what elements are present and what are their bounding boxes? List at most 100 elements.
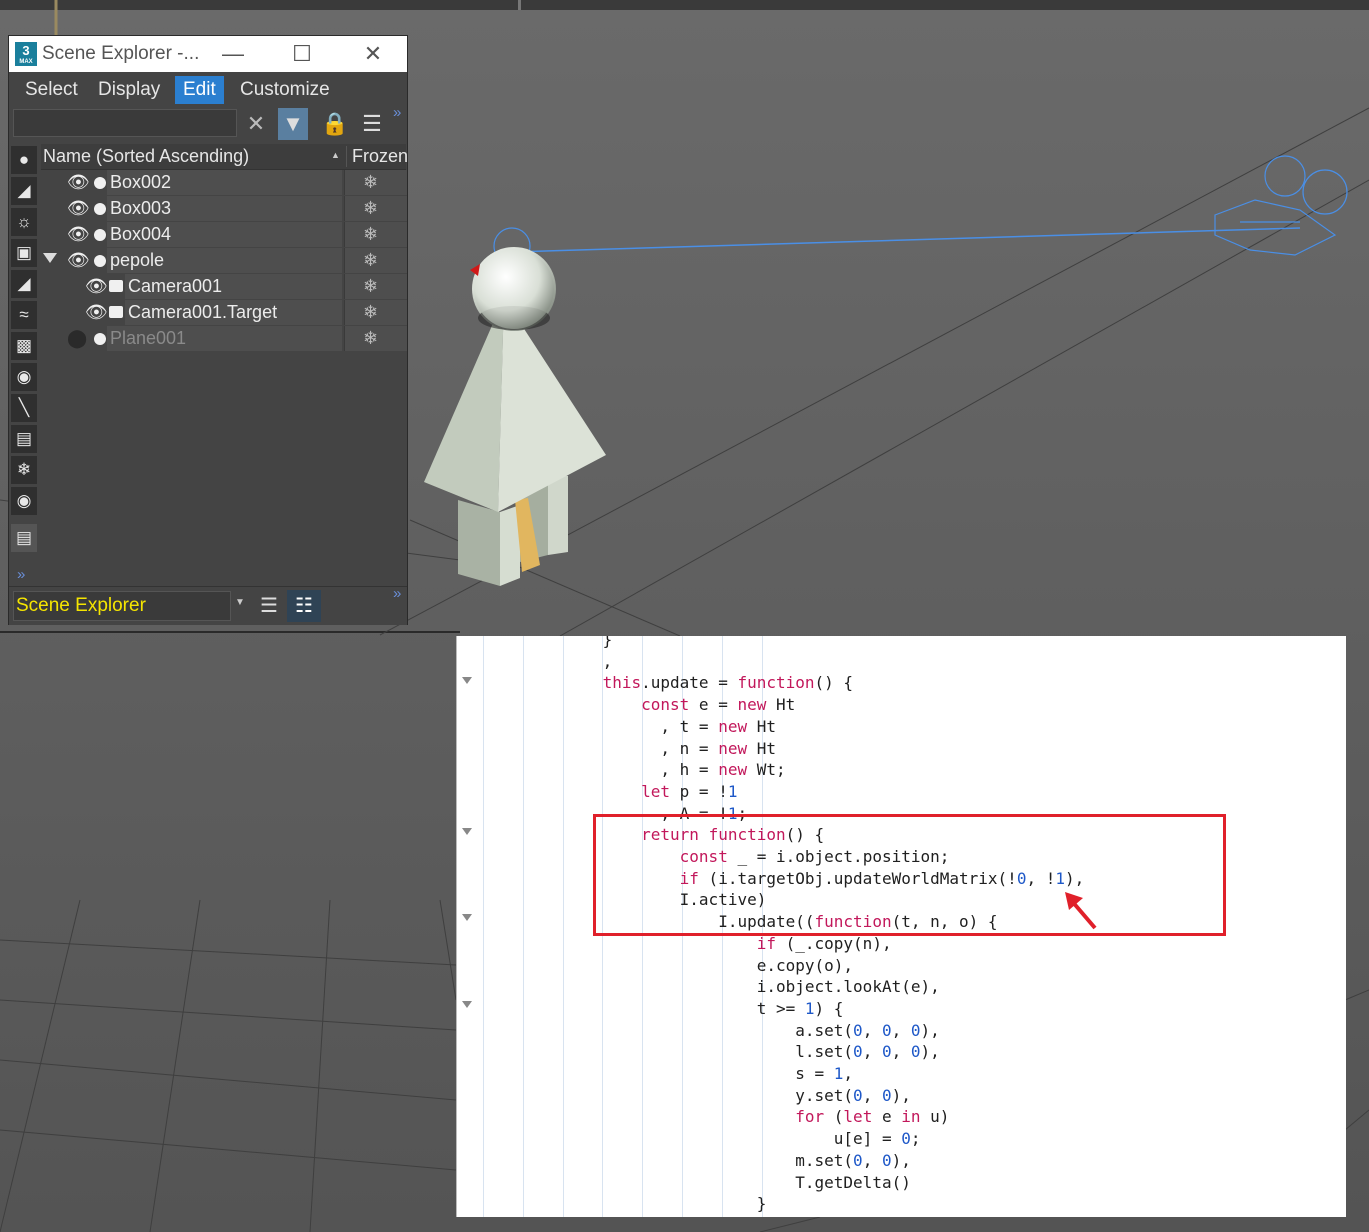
visibility-eye-icon[interactable]: 👁 <box>67 224 90 245</box>
leftbar-overflow-icon[interactable]: » <box>17 566 25 583</box>
tree-row[interactable]: 👁 Box002 ❄ <box>41 170 407 195</box>
code-line: t >= 1) { <box>487 998 844 1018</box>
camera-icon <box>109 280 123 292</box>
sphere-icon <box>94 177 106 189</box>
explorer-select[interactable]: Scene Explorer <box>13 591 231 621</box>
toolbar-overflow-icon[interactable]: » <box>393 104 401 121</box>
code-line: } <box>487 636 613 649</box>
expand-chevron-icon[interactable] <box>43 253 57 263</box>
sphere-icon <box>94 333 106 345</box>
freeze-icon[interactable]: ❄ <box>363 172 378 193</box>
filter-icon[interactable]: ▼ <box>278 108 308 140</box>
freeze-icon[interactable]: ❄ <box>363 250 378 271</box>
freeze-icon[interactable]: ❄ <box>363 328 378 349</box>
column-header: Name (Sorted Ascending) ▲ Frozen <box>41 144 408 170</box>
code-line: u[e] = 0; <box>487 1129 921 1149</box>
fold-arrow-icon[interactable] <box>462 914 472 921</box>
spacewarps-icon[interactable]: ≈ <box>11 301 37 329</box>
fold-arrow-icon[interactable] <box>462 828 472 835</box>
geometry-icon[interactable]: ● <box>11 146 37 174</box>
hierarchy-mode-icon[interactable]: ☷ <box>287 590 321 622</box>
visibility-eye-icon[interactable]: 👁 <box>67 250 90 271</box>
hidden-icon[interactable]: ◉ <box>11 487 37 515</box>
menu-customize[interactable]: Customize <box>232 76 338 104</box>
scene-explorer-window[interactable]: 3 MAX Scene Explorer -... — ☐ ✕ Select D… <box>8 35 408 625</box>
code-line: T.getDelta() <box>487 1172 911 1192</box>
column-frozen[interactable]: Frozen <box>346 146 408 167</box>
tree-row[interactable]: 👁 Box003 ❄ <box>41 196 407 221</box>
tree-item-label: Camera001.Target <box>128 302 278 322</box>
code-editor[interactable]: } , this.update = function() { const e =… <box>456 636 1346 1217</box>
layers-icon[interactable]: ☰ <box>255 592 283 620</box>
tree-item-label: Box004 <box>110 224 172 244</box>
visibility-eye-icon[interactable]: 👁 <box>67 198 90 219</box>
frozen-icon[interactable]: ❄ <box>11 456 37 484</box>
lock-icon[interactable]: 🔒 <box>320 108 350 140</box>
code-line: , n = new Ht <box>487 738 776 758</box>
scene-tree: Name (Sorted Ascending) ▲ Frozen 👁 Box00… <box>41 144 408 584</box>
tree-item-label: Box003 <box>110 198 172 218</box>
tree-item-label: pepole <box>110 250 165 270</box>
code-line: y.set(0, 0), <box>487 1085 911 1105</box>
tree-row[interactable]: ⬤ Plane001 ❄ <box>41 326 407 351</box>
code-line: e.copy(o), <box>487 955 854 975</box>
visibility-eye-icon[interactable]: 👁 <box>85 276 108 297</box>
tree-row[interactable]: 👁 Camera001 ❄ <box>41 274 407 299</box>
code-line: } <box>487 1194 767 1214</box>
tree-item-label: Plane001 <box>110 328 187 348</box>
sphere-icon <box>94 255 106 267</box>
tree-row[interactable]: 👁 Camera001.Target ❄ <box>41 300 407 325</box>
code-line: i.object.lookAt(e), <box>487 977 940 997</box>
search-input[interactable] <box>13 109 237 137</box>
sort-ascending-icon: ▲ <box>331 150 340 160</box>
shapes-icon[interactable]: ◢ <box>11 177 37 205</box>
lights-icon[interactable]: ☼ <box>11 208 37 236</box>
menu-edit[interactable]: Edit <box>175 76 224 104</box>
tree-item-label: Box002 <box>110 172 172 192</box>
indent-guide <box>483 636 484 1217</box>
sphere-icon <box>94 229 106 241</box>
freeze-icon[interactable]: ❄ <box>363 198 378 219</box>
containers-icon[interactable]: ▤ <box>11 425 37 453</box>
fold-arrow-icon[interactable] <box>462 1001 472 1008</box>
menu-select[interactable]: Select <box>17 76 86 104</box>
code-line: s = 1, <box>487 1064 854 1083</box>
visibility-eye-icon[interactable]: 👁 <box>67 172 90 193</box>
code-line: ; <box>487 1216 767 1217</box>
tree-item-label: Camera001 <box>128 276 223 296</box>
xrefs-icon[interactable]: ◉ <box>11 363 37 391</box>
display-all-icon[interactable]: ▤ <box>11 524 37 552</box>
clear-search-icon[interactable]: ✕ <box>241 108 271 140</box>
hierarchy-toggle-icon[interactable]: ☰ <box>357 108 387 140</box>
dropdown-arrow-icon[interactable]: ▼ <box>235 597 245 608</box>
red-arrow-icon <box>1065 892 1097 930</box>
bottom-overflow-icon[interactable]: » <box>393 585 401 602</box>
hidden-eye-icon[interactable]: ⬤ <box>67 328 87 349</box>
minimize-button[interactable]: — <box>219 40 247 68</box>
freeze-icon[interactable]: ❄ <box>363 302 378 323</box>
camera-icon <box>109 306 123 318</box>
menu-bar: Select Display Edit Customize <box>9 72 407 105</box>
maximize-button[interactable]: ☐ <box>288 40 316 68</box>
code-line: if (_.copy(n), <box>756 933 892 953</box>
menu-display[interactable]: Display <box>90 76 168 104</box>
title-bar[interactable]: 3 MAX Scene Explorer -... — ☐ ✕ <box>9 36 407 72</box>
toolbar: ✕ ▼ 🔒 ☰ » <box>9 104 407 144</box>
freeze-icon[interactable]: ❄ <box>363 276 378 297</box>
cameras-icon[interactable]: ▣ <box>11 239 37 267</box>
tree-row[interactable]: 👁 Box004 ❄ <box>41 222 407 247</box>
bones-icon[interactable]: ╲ <box>11 394 37 422</box>
close-button[interactable]: ✕ <box>359 40 387 68</box>
fold-arrow-icon[interactable] <box>462 677 472 684</box>
groups-icon[interactable]: ▩ <box>11 332 37 360</box>
tree-row[interactable]: 👁 pepole ❄ <box>41 248 407 273</box>
helpers-icon[interactable]: ◢ <box>11 270 37 298</box>
code-line: let p = !1 <box>641 781 738 801</box>
code-line: for (let e in u) <box>795 1107 950 1127</box>
column-name[interactable]: Name (Sorted Ascending) <box>43 146 249 167</box>
highlight-box <box>593 814 1226 936</box>
visibility-eye-icon[interactable]: 👁 <box>85 302 108 323</box>
freeze-icon[interactable]: ❄ <box>363 224 378 245</box>
left-filter-toolbar: ● ◢ ☼ ▣ ◢ ≈ ▩ ◉ ╲ ▤ ❄ ◉ ▤ » <box>9 146 37 586</box>
code-line: this.update = function() { <box>602 673 854 693</box>
